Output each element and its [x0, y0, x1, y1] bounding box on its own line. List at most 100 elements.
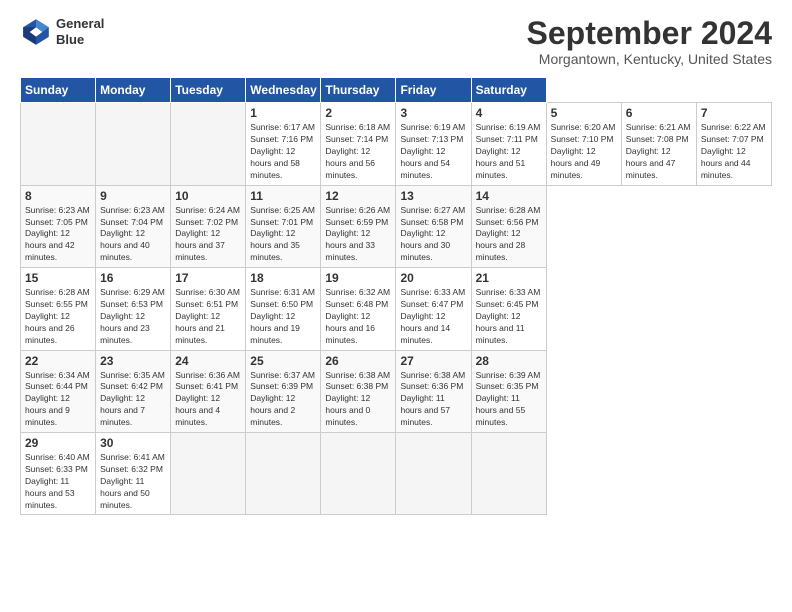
calendar-cell: 12 Sunrise: 6:26 AMSunset: 6:59 PMDayligh… [321, 185, 396, 267]
day-number: 16 [100, 271, 166, 285]
day-number: 22 [25, 354, 91, 368]
logo: General Blue [20, 16, 104, 48]
day-info: Sunrise: 6:32 AMSunset: 6:48 PMDaylight:… [325, 287, 391, 346]
calendar-cell: 10 Sunrise: 6:24 AMSunset: 7:02 PMDayligh… [171, 185, 246, 267]
day-number: 30 [100, 436, 166, 450]
day-info: Sunrise: 6:38 AMSunset: 6:38 PMDaylight:… [325, 370, 391, 429]
day-number: 19 [325, 271, 391, 285]
day-number: 14 [476, 189, 542, 203]
day-number: 21 [476, 271, 542, 285]
location: Morgantown, Kentucky, United States [527, 51, 772, 67]
weekday-header: Friday [396, 78, 471, 103]
calendar-cell: 15Sunrise: 6:28 AMSunset: 6:55 PMDayligh… [21, 268, 96, 350]
logo-text: General Blue [56, 16, 104, 47]
day-number: 8 [25, 189, 91, 203]
day-number: 24 [175, 354, 241, 368]
day-number: 9 [100, 189, 166, 203]
day-number: 1 [250, 106, 316, 120]
day-info: Sunrise: 6:19 AMSunset: 7:11 PMDaylight:… [476, 122, 542, 181]
day-number: 3 [400, 106, 466, 120]
day-info: Sunrise: 6:19 AMSunset: 7:13 PMDaylight:… [400, 122, 466, 181]
calendar-cell: 26 Sunrise: 6:38 AMSunset: 6:38 PMDayligh… [321, 350, 396, 432]
day-info: Sunrise: 6:39 AMSunset: 6:35 PMDaylight:… [476, 370, 542, 429]
calendar-cell: 24 Sunrise: 6:36 AMSunset: 6:41 PMDayligh… [171, 350, 246, 432]
day-number: 20 [400, 271, 466, 285]
calendar-cell [171, 103, 246, 185]
calendar-cell: 28 Sunrise: 6:39 AMSunset: 6:35 PMDayligh… [471, 350, 546, 432]
day-info: Sunrise: 6:38 AMSunset: 6:36 PMDaylight:… [400, 370, 466, 429]
day-info: Sunrise: 6:28 AMSunset: 6:56 PMDaylight:… [476, 205, 542, 264]
day-info: Sunrise: 6:23 AMSunset: 7:05 PMDaylight:… [25, 205, 91, 264]
day-number: 26 [325, 354, 391, 368]
day-number: 11 [250, 189, 316, 203]
day-number: 6 [626, 106, 692, 120]
day-info: Sunrise: 6:41 AMSunset: 6:32 PMDaylight:… [100, 452, 166, 511]
title-block: September 2024 Morgantown, Kentucky, Uni… [527, 16, 772, 67]
calendar-week-row: 15Sunrise: 6:28 AMSunset: 6:55 PMDayligh… [21, 268, 772, 350]
weekday-header: Monday [96, 78, 171, 103]
calendar-cell: 18 Sunrise: 6:31 AMSunset: 6:50 PMDayligh… [246, 268, 321, 350]
day-info: Sunrise: 6:29 AMSunset: 6:53 PMDaylight:… [100, 287, 166, 346]
calendar-cell [321, 433, 396, 515]
calendar-week-row: 8 Sunrise: 6:23 AMSunset: 7:05 PMDaylight… [21, 185, 772, 267]
calendar-cell: 13 Sunrise: 6:27 AMSunset: 6:58 PMDayligh… [396, 185, 471, 267]
calendar-cell: 22 Sunrise: 6:34 AMSunset: 6:44 PMDayligh… [21, 350, 96, 432]
calendar-cell: 23Sunrise: 6:35 AMSunset: 6:42 PMDayligh… [96, 350, 171, 432]
calendar-cell: 1 Sunrise: 6:17 AMSunset: 7:16 PMDaylight… [246, 103, 321, 185]
weekday-header: Sunday [21, 78, 96, 103]
calendar-cell [471, 433, 546, 515]
calendar-cell [246, 433, 321, 515]
day-info: Sunrise: 6:24 AMSunset: 7:02 PMDaylight:… [175, 205, 241, 264]
day-info: Sunrise: 6:30 AMSunset: 6:51 PMDaylight:… [175, 287, 241, 346]
calendar-cell: 2Sunrise: 6:18 AMSunset: 7:14 PMDaylight… [321, 103, 396, 185]
day-number: 10 [175, 189, 241, 203]
day-info: Sunrise: 6:21 AMSunset: 7:08 PMDaylight:… [626, 122, 692, 181]
calendar-cell: 30 Sunrise: 6:41 AMSunset: 6:32 PMDayligh… [96, 433, 171, 515]
weekday-header: Wednesday [246, 78, 321, 103]
day-info: Sunrise: 6:34 AMSunset: 6:44 PMDaylight:… [25, 370, 91, 429]
calendar-cell [396, 433, 471, 515]
header: General Blue September 2024 Morgantown, … [20, 16, 772, 67]
calendar-cell: 29Sunrise: 6:40 AMSunset: 6:33 PMDayligh… [21, 433, 96, 515]
calendar-cell: 8 Sunrise: 6:23 AMSunset: 7:05 PMDaylight… [21, 185, 96, 267]
day-info: Sunrise: 6:31 AMSunset: 6:50 PMDaylight:… [250, 287, 316, 346]
day-info: Sunrise: 6:17 AMSunset: 7:16 PMDaylight:… [250, 122, 316, 181]
calendar-cell: 7Sunrise: 6:22 AMSunset: 7:07 PMDaylight… [696, 103, 771, 185]
calendar-week-row: 22 Sunrise: 6:34 AMSunset: 6:44 PMDayligh… [21, 350, 772, 432]
calendar-cell: 19 Sunrise: 6:32 AMSunset: 6:48 PMDayligh… [321, 268, 396, 350]
calendar-cell: 3 Sunrise: 6:19 AMSunset: 7:13 PMDaylight… [396, 103, 471, 185]
day-number: 28 [476, 354, 542, 368]
day-info: Sunrise: 6:23 AMSunset: 7:04 PMDaylight:… [100, 205, 166, 264]
day-number: 27 [400, 354, 466, 368]
day-number: 12 [325, 189, 391, 203]
calendar-cell: 6 Sunrise: 6:21 AMSunset: 7:08 PMDaylight… [621, 103, 696, 185]
calendar-cell [171, 433, 246, 515]
day-info: Sunrise: 6:36 AMSunset: 6:41 PMDaylight:… [175, 370, 241, 429]
day-number: 29 [25, 436, 91, 450]
day-info: Sunrise: 6:27 AMSunset: 6:58 PMDaylight:… [400, 205, 466, 264]
logo-icon [20, 16, 52, 48]
weekday-header: Tuesday [171, 78, 246, 103]
day-number: 5 [551, 106, 617, 120]
page: General Blue September 2024 Morgantown, … [0, 0, 792, 612]
calendar-cell: 17Sunrise: 6:30 AMSunset: 6:51 PMDayligh… [171, 268, 246, 350]
day-number: 18 [250, 271, 316, 285]
day-number: 15 [25, 271, 91, 285]
calendar-week-row: 29Sunrise: 6:40 AMSunset: 6:33 PMDayligh… [21, 433, 772, 515]
calendar-cell [21, 103, 96, 185]
weekday-header: Thursday [321, 78, 396, 103]
calendar-cell [96, 103, 171, 185]
day-info: Sunrise: 6:33 AMSunset: 6:45 PMDaylight:… [476, 287, 542, 346]
day-info: Sunrise: 6:26 AMSunset: 6:59 PMDaylight:… [325, 205, 391, 264]
month-title: September 2024 [527, 16, 772, 51]
calendar-cell: 9 Sunrise: 6:23 AMSunset: 7:04 PMDaylight… [96, 185, 171, 267]
calendar-cell: 5Sunrise: 6:20 AMSunset: 7:10 PMDaylight… [546, 103, 621, 185]
day-info: Sunrise: 6:25 AMSunset: 7:01 PMDaylight:… [250, 205, 316, 264]
day-number: 25 [250, 354, 316, 368]
calendar-cell: 25Sunrise: 6:37 AMSunset: 6:39 PMDayligh… [246, 350, 321, 432]
calendar-week-row: 1 Sunrise: 6:17 AMSunset: 7:16 PMDaylight… [21, 103, 772, 185]
day-info: Sunrise: 6:35 AMSunset: 6:42 PMDaylight:… [100, 370, 166, 429]
day-number: 13 [400, 189, 466, 203]
calendar-cell: 11 Sunrise: 6:25 AMSunset: 7:01 PMDayligh… [246, 185, 321, 267]
calendar-cell: 4Sunrise: 6:19 AMSunset: 7:11 PMDaylight… [471, 103, 546, 185]
